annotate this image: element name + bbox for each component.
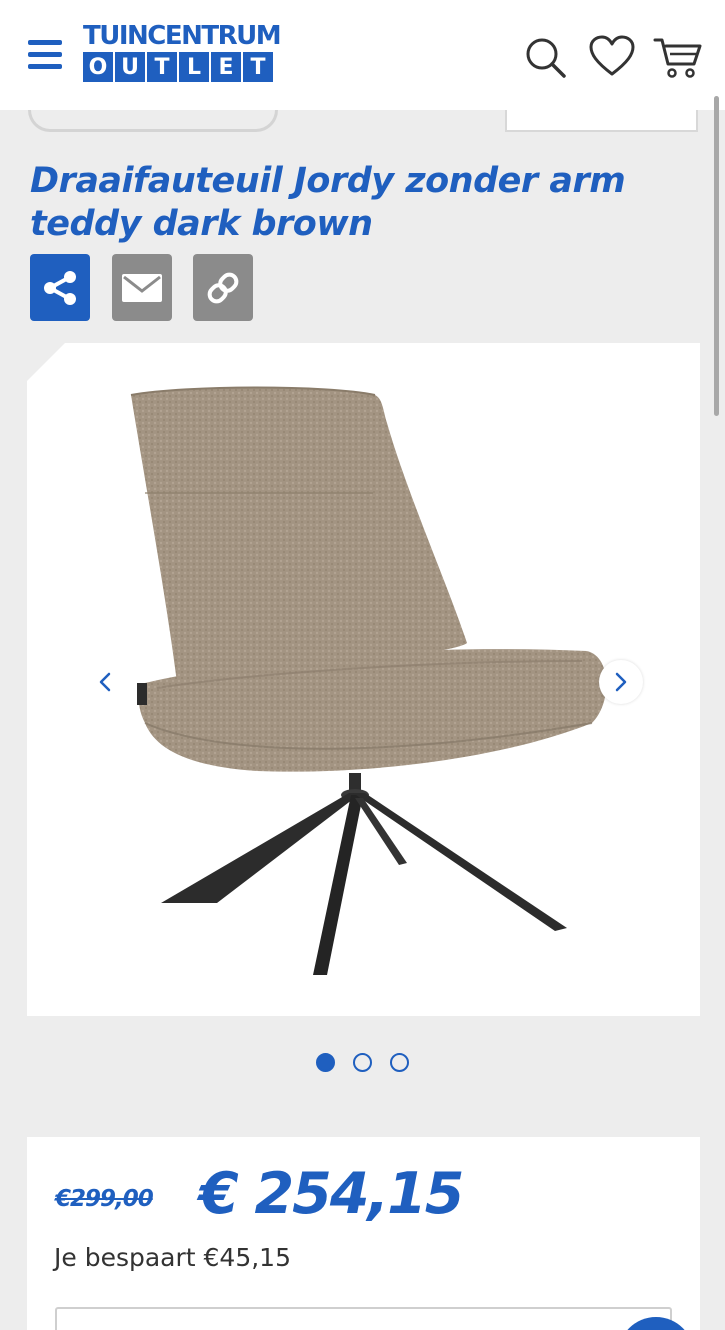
copy-link-button[interactable] (193, 254, 253, 321)
site-logo[interactable]: TUINCENTRUM O U T L E T (83, 21, 282, 84)
search-icon[interactable] (522, 34, 568, 80)
product-title: Draaifauteuil Jordy zonder arm teddy dar… (30, 161, 626, 244)
site-header: TUINCENTRUM O U T L E T (0, 0, 725, 110)
link-icon (207, 272, 239, 303)
mail-icon (122, 273, 162, 302)
gallery-prev-button[interactable] (83, 660, 127, 704)
savings-text: Je bespaart €45,15 (54, 1243, 291, 1272)
current-price: € 254,15 (199, 1161, 464, 1227)
email-share-button[interactable] (112, 254, 172, 321)
gallery-dot-3[interactable] (390, 1053, 409, 1072)
chevron-left-icon (99, 672, 111, 692)
logo-text-bottom: O U T L E T (83, 52, 273, 82)
gallery-next-button[interactable] (599, 660, 643, 704)
quantity-field[interactable] (55, 1307, 672, 1330)
logo-text-top: TUINCENTRUM (83, 21, 282, 51)
old-price: €299,00 (55, 1186, 154, 1212)
gallery-dot-2[interactable] (353, 1053, 372, 1072)
scrollbar[interactable] (714, 96, 719, 416)
price-card: €299,00 € 254,15 Je bespaart €45,15 (27, 1137, 700, 1330)
gallery-pagination (316, 1053, 409, 1072)
gallery-dot-1[interactable] (316, 1053, 335, 1072)
heart-icon[interactable] (588, 34, 635, 80)
hamburger-menu-icon[interactable] (28, 40, 62, 70)
cart-icon[interactable] (652, 34, 704, 80)
chevron-right-icon (615, 672, 627, 692)
product-image-gallery[interactable] (27, 343, 700, 1016)
share-icon (44, 270, 76, 305)
share-button[interactable] (30, 254, 90, 321)
